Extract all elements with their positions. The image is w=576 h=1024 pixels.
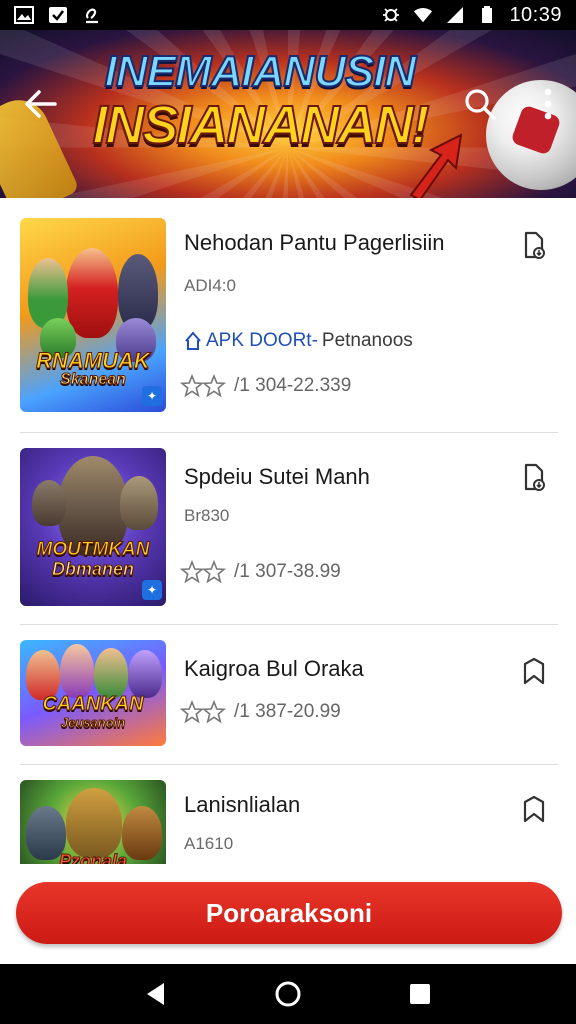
search-icon <box>465 89 496 120</box>
rating-text: /1 307-38.99 <box>234 561 341 582</box>
rating-row: /1 304-22.339 <box>180 374 351 398</box>
app-title: Spdeiu Sutei Manh <box>184 464 370 489</box>
image-icon <box>14 6 34 24</box>
download-icon <box>524 231 545 259</box>
cta-container: Poroaraksoni <box>0 864 576 964</box>
bookmark-button[interactable] <box>518 654 550 688</box>
apk-label-rest: Petnanoos <box>321 330 413 351</box>
app-thumbnail[interactable]: RNAMUAK Skanean ✦ <box>20 218 166 412</box>
primary-action-button[interactable]: Poroaraksoni <box>16 882 562 944</box>
star-rating-icon <box>180 374 228 398</box>
check-box-icon <box>48 6 68 24</box>
back-button[interactable] <box>20 84 60 124</box>
app-subtitle: Br830 <box>184 506 230 525</box>
home-outline-icon <box>185 331 201 350</box>
thumbnail-art-title: MOUTMKAN <box>36 539 150 560</box>
bookmark-button[interactable] <box>518 792 550 826</box>
signal-icon <box>445 6 465 24</box>
nav-recents-button[interactable] <box>400 974 440 1014</box>
status-time: 10:39 <box>509 3 562 26</box>
more-vertical-icon <box>544 88 552 120</box>
download-button[interactable] <box>518 228 550 262</box>
star-rating-icon <box>180 700 228 724</box>
app-badge-icon: ✦ <box>142 386 162 406</box>
download-icon <box>524 463 545 491</box>
app-title: Kaigroa Bul Oraka <box>184 656 364 681</box>
home-circle-icon <box>275 981 301 1007</box>
bookmark-icon <box>523 795 545 823</box>
bookmark-icon <box>523 657 545 685</box>
status-bar: 10:39 <box>0 0 576 30</box>
app-title: Lanisnlialan <box>184 792 301 817</box>
download-button[interactable] <box>518 460 550 494</box>
arrow-left-icon <box>25 90 57 118</box>
app-title: Nehodan Pantu Pagerlisiin <box>184 230 445 255</box>
rating-row: /1 387-20.99 <box>180 700 341 724</box>
app-thumbnail[interactable]: CAANKAN Jeusanoin <box>20 640 166 746</box>
banner-title-line1: INEMAIANUSIN <box>104 47 418 96</box>
thumbnail-art-title: Pzonala <box>58 851 128 865</box>
wifi-icon <box>413 6 433 24</box>
thumbnail-art-title: CAANKAN <box>42 693 144 715</box>
thumbnail-art-subtitle: Dbmanen <box>51 559 134 579</box>
divider <box>20 432 558 433</box>
apk-label: APK DOORt- <box>206 330 318 351</box>
rating-text: /1 304-22.339 <box>234 375 352 396</box>
clip-icon <box>82 6 102 24</box>
apk-download-link[interactable]: APK DOORt- Petnanoos <box>184 330 413 352</box>
nav-home-button[interactable] <box>268 974 308 1014</box>
system-nav-bar <box>0 964 576 1024</box>
rating-row: /1 307-38.99 <box>180 560 341 584</box>
star-rating-icon <box>180 560 228 584</box>
divider <box>20 764 558 765</box>
app-subtitle: ADI4:0 <box>184 276 236 295</box>
divider <box>20 624 558 625</box>
thumbnail-art-title: RNAMUAK <box>36 348 151 373</box>
banner-title: INEMAIANUSIN INSIANANAN! <box>90 47 431 155</box>
battery-icon <box>477 6 497 24</box>
nav-back-button[interactable] <box>136 974 176 1014</box>
thumbnail-art-subtitle: Jeusanoin <box>60 715 126 730</box>
app-subtitle: A1610 <box>184 834 234 853</box>
header-banner: INEMAIANUSIN INSIANANAN! <box>0 30 576 198</box>
rating-text: /1 387-20.99 <box>234 701 341 722</box>
recents-square-icon <box>410 984 430 1004</box>
bug-icon <box>381 6 401 24</box>
app-list: RNAMUAK Skanean ✦ Nehodan Pantu Pagerlis… <box>0 198 576 864</box>
app-badge-icon: ✦ <box>142 580 162 600</box>
list-item[interactable]: MOUTMKAN Dbmanen ✦ Spdeiu Sutei Manh Br8… <box>0 434 576 626</box>
list-item[interactable]: Pzonala Lanisnlialan A1610 <box>0 766 576 864</box>
back-triangle-icon <box>147 983 164 1005</box>
list-item[interactable]: CAANKAN Jeusanoin Kaigroa Bul Oraka /1 3… <box>0 626 576 766</box>
banner-title-line2: INSIANANAN! <box>92 95 431 155</box>
more-options-button[interactable] <box>528 84 568 124</box>
app-thumbnail[interactable]: MOUTMKAN Dbmanen ✦ <box>20 448 166 606</box>
search-button[interactable] <box>460 84 500 124</box>
app-thumbnail[interactable]: Pzonala <box>20 780 166 864</box>
list-item[interactable]: RNAMUAK Skanean ✦ Nehodan Pantu Pagerlis… <box>0 198 576 434</box>
